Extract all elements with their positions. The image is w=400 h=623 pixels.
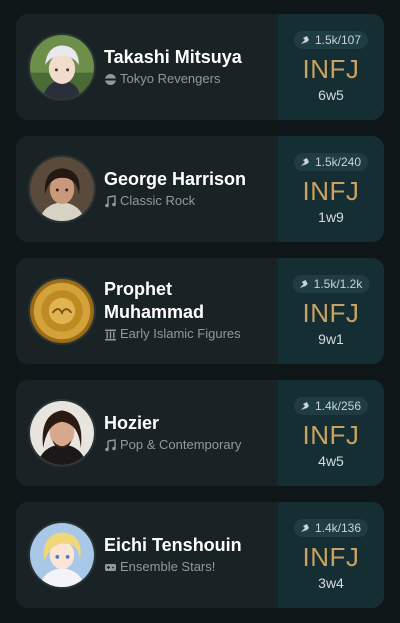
- vote-icon: [299, 34, 311, 46]
- enneagram-type: 4w5: [318, 453, 344, 469]
- character-name: Takashi Mitsuya: [104, 47, 242, 67]
- vote-icon: [299, 156, 311, 168]
- category-label[interactable]: Ensemble Stars!: [104, 559, 274, 575]
- profile-info: Eichi Tenshouin Ensemble Stars!: [16, 502, 278, 608]
- category-label[interactable]: Pop & Contemporary: [104, 437, 274, 453]
- category-text: Classic Rock: [120, 193, 196, 208]
- character-name: Prophet Muhammad: [104, 279, 205, 322]
- personality-panel: 1.4k/136 INFJ 3w4: [278, 502, 384, 608]
- music-note-icon: [104, 194, 117, 208]
- character-name: Hozier: [104, 413, 160, 433]
- category-text: Early Islamic Figures: [120, 326, 241, 341]
- vote-count: 1.5k/240: [314, 155, 362, 169]
- category-label[interactable]: Classic Rock: [104, 193, 274, 209]
- vote-count-badge: 1.4k/256: [293, 397, 369, 415]
- vote-count: 1.4k/136: [314, 521, 362, 535]
- avatar: [28, 33, 96, 101]
- profile-card[interactable]: Hozier Pop & Contemporary 1.4k/256 INFJ …: [16, 380, 384, 486]
- vote-count-badge: 1.5k/107: [293, 31, 369, 49]
- personality-panel: 1.5k/1.2k INFJ 9w1: [278, 258, 384, 364]
- personality-type: INFJ: [302, 176, 360, 206]
- vote-count-badge: 1.5k/240: [293, 153, 369, 171]
- personality-panel: 1.4k/256 INFJ 4w5: [278, 380, 384, 486]
- vote-icon: [299, 522, 311, 534]
- character-name: George Harrison: [104, 169, 247, 189]
- enneagram-type: 3w4: [318, 575, 344, 591]
- vote-count: 1.5k/1.2k: [313, 277, 363, 291]
- game-icon: [104, 561, 117, 574]
- anime-icon: [104, 73, 117, 86]
- personality-type: INFJ: [302, 298, 360, 328]
- category-text: Ensemble Stars!: [120, 559, 216, 574]
- profile-info: Takashi Mitsuya Tokyo Revengers: [16, 14, 278, 120]
- category-text: Pop & Contemporary: [120, 437, 242, 452]
- personality-type: INFJ: [302, 54, 360, 84]
- music-note-icon: [104, 438, 117, 452]
- avatar: [28, 155, 96, 223]
- profile-card[interactable]: Eichi Tenshouin Ensemble Stars! 1.4k/136…: [16, 502, 384, 608]
- vote-count-badge: 1.4k/136: [293, 519, 369, 537]
- avatar: [28, 277, 96, 345]
- profile-list: Takashi Mitsuya Tokyo Revengers 1.5k/107…: [0, 0, 400, 623]
- vote-icon: [299, 400, 311, 412]
- personality-type: INFJ: [302, 542, 360, 572]
- avatar: [28, 399, 96, 467]
- vote-count-badge: 1.5k/1.2k: [292, 275, 370, 293]
- historical-pillars-icon: [104, 328, 117, 341]
- personality-panel: 1.5k/240 INFJ 1w9: [278, 136, 384, 242]
- enneagram-type: 9w1: [318, 331, 344, 347]
- category-text: Tokyo Revengers: [120, 71, 221, 86]
- profile-info: George Harrison Classic Rock: [16, 136, 278, 242]
- personality-panel: 1.5k/107 INFJ 6w5: [278, 14, 384, 120]
- enneagram-type: 1w9: [318, 209, 344, 225]
- avatar: [28, 521, 96, 589]
- vote-count: 1.5k/107: [314, 33, 362, 47]
- profile-card[interactable]: George Harrison Classic Rock 1.5k/240 IN…: [16, 136, 384, 242]
- vote-icon: [298, 278, 310, 290]
- profile-card[interactable]: Takashi Mitsuya Tokyo Revengers 1.5k/107…: [16, 14, 384, 120]
- profile-info: Prophet Muhammad Early Islamic Figures: [16, 258, 278, 364]
- character-name: Eichi Tenshouin: [104, 535, 242, 555]
- vote-count: 1.4k/256: [314, 399, 362, 413]
- personality-type: INFJ: [302, 420, 360, 450]
- profile-card[interactable]: Prophet Muhammad Early Islamic Figures 1…: [16, 258, 384, 364]
- enneagram-type: 6w5: [318, 87, 344, 103]
- profile-info: Hozier Pop & Contemporary: [16, 380, 278, 486]
- category-label[interactable]: Early Islamic Figures: [104, 326, 274, 342]
- category-label[interactable]: Tokyo Revengers: [104, 71, 274, 87]
